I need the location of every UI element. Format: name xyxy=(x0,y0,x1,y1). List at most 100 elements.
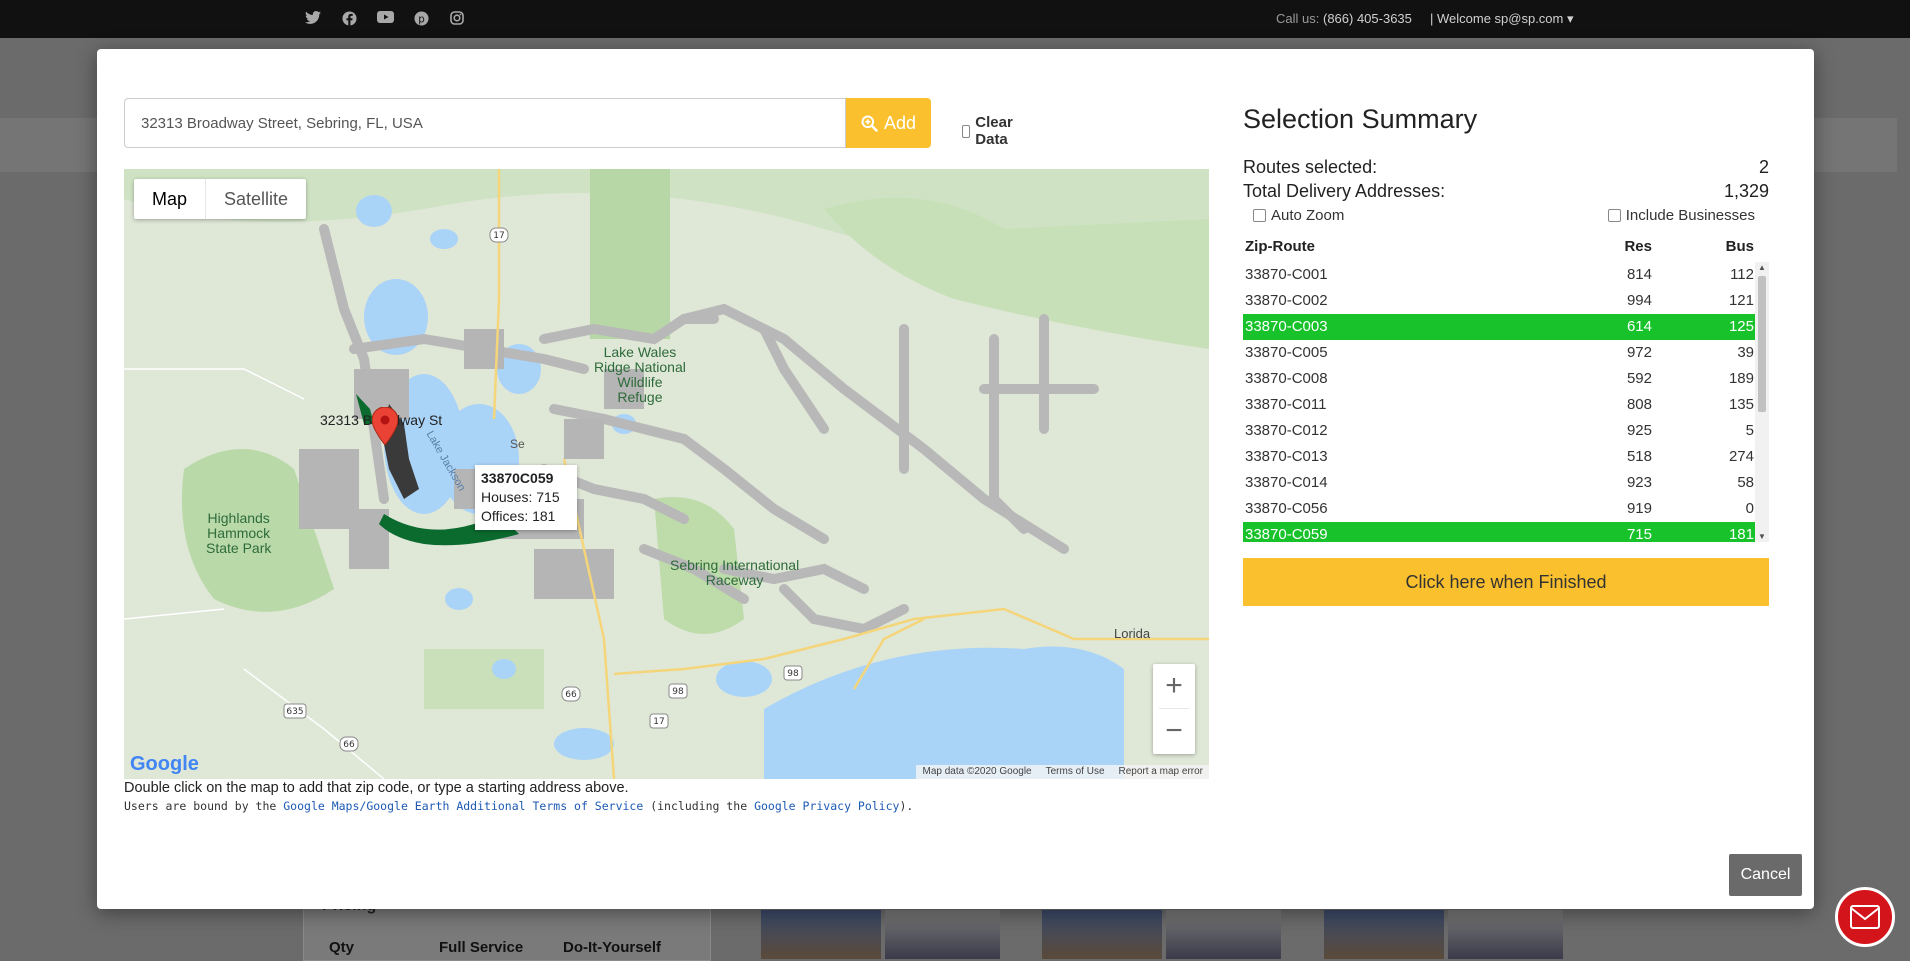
scroll-up-icon[interactable]: ▲ xyxy=(1755,263,1769,272)
auto-zoom-checkbox[interactable] xyxy=(1253,209,1266,222)
info-offices: Offices: 181 xyxy=(481,508,556,524)
route-map[interactable]: 17 98 98 66 17 635 66 Map Satellite 3231… xyxy=(124,169,1209,779)
auto-zoom-toggle[interactable]: Auto Zoom xyxy=(1253,207,1344,224)
route-zip-cell: 33870-C001 xyxy=(1245,266,1328,283)
pinterest-icon[interactable]: p xyxy=(413,11,429,27)
route-bus-cell: 189 xyxy=(1728,370,1754,387)
svg-text:17: 17 xyxy=(653,717,664,727)
route-zip-cell: 33870-C011 xyxy=(1245,396,1327,413)
top-bar: p Call us: (866) 405-3635 | Welcome sp@s… xyxy=(0,0,1910,38)
address-input[interactable] xyxy=(124,98,846,148)
terms-prefix: Users are bound by the xyxy=(124,799,284,813)
route-res-cell: 814 xyxy=(1626,266,1652,283)
add-label: Add xyxy=(883,112,917,133)
google-terms-link[interactable]: Google Maps/Google Earth Additional Term… xyxy=(283,799,643,813)
zoom-in-icon xyxy=(861,115,878,132)
route-bus-cell: 274 xyxy=(1728,448,1754,465)
clear-data-label: Clear Data xyxy=(975,114,1013,148)
scroll-down-icon[interactable]: ▼ xyxy=(1755,532,1769,541)
contact-chat-button[interactable] xyxy=(1835,887,1895,947)
house-thumbnail xyxy=(761,910,881,959)
route-row[interactable]: 33870-C005 972 39 xyxy=(1243,340,1769,366)
route-zip-cell: 33870-C008 xyxy=(1245,370,1328,387)
road-shield: 635 xyxy=(283,703,307,719)
svg-text:17: 17 xyxy=(493,231,504,241)
route-res-cell: 518 xyxy=(1626,448,1652,465)
include-businesses-checkbox[interactable] xyxy=(1607,209,1621,222)
route-row[interactable]: 33870-C001 814 112 xyxy=(1243,262,1769,288)
terms-of-use-link[interactable]: Terms of Use xyxy=(1046,765,1105,779)
facebook-icon[interactable] xyxy=(341,11,357,27)
map-type-satellite-button[interactable]: Satellite xyxy=(205,179,306,219)
pricing-col-qty: Qty xyxy=(329,939,355,956)
svg-text:66: 66 xyxy=(343,740,355,750)
place-lorida: Lorida xyxy=(1114,626,1151,641)
route-zip-cell: 33870-C005 xyxy=(1245,344,1328,361)
terms-mid: (including the xyxy=(643,799,755,813)
report-map-error-link[interactable]: Report a map error xyxy=(1119,765,1203,779)
route-row[interactable]: 33870-C002 994 121 xyxy=(1243,288,1769,314)
map-marker-icon[interactable] xyxy=(372,407,398,445)
route-bus-cell: 0 xyxy=(1745,500,1754,517)
routes-table[interactable]: 33870-C001 814 112 33870-C002 994 121 33870-C0… xyxy=(1243,262,1769,542)
map-attribution: Map data ©2020 Google Terms of Use Repor… xyxy=(916,765,1209,779)
route-res-cell: 715 xyxy=(1626,526,1652,542)
google-privacy-link[interactable]: Google Privacy Policy xyxy=(754,799,899,813)
route-res-cell: 614 xyxy=(1626,318,1652,335)
phone-number[interactable]: (866) 405-3635 xyxy=(1323,11,1412,26)
road-shield: 17 xyxy=(649,713,669,729)
route-bus-cell: 121 xyxy=(1728,292,1754,309)
instagram-icon[interactable] xyxy=(449,11,465,27)
routes-scrollbar[interactable]: ▲ ▼ xyxy=(1755,262,1769,542)
route-row[interactable]: 33870-C003 614 125 xyxy=(1243,314,1769,340)
map-data-credit: Map data ©2020 Google xyxy=(922,766,1032,777)
route-row[interactable]: 33870-C014 923 58 xyxy=(1243,470,1769,496)
route-res-cell: 919 xyxy=(1626,500,1652,517)
route-row[interactable]: 33870-C013 518 274 xyxy=(1243,444,1769,470)
zoom-in-button[interactable]: + xyxy=(1153,664,1195,708)
route-zip-cell: 33870-C002 xyxy=(1245,292,1328,309)
selection-summary: Selection Summary Routes selected: 2 Tot… xyxy=(1243,104,1769,606)
scrollbar-thumb[interactable] xyxy=(1758,276,1766,412)
route-bus-cell: 125 xyxy=(1728,318,1754,335)
col-zip-route: Zip-Route xyxy=(1245,238,1315,255)
road-shield: 98 xyxy=(783,665,803,681)
youtube-icon[interactable] xyxy=(377,11,394,27)
route-row[interactable]: 33870-C008 592 189 xyxy=(1243,366,1769,392)
cancel-button[interactable]: Cancel xyxy=(1729,854,1802,896)
add-button[interactable]: Add xyxy=(846,98,931,148)
svg-text:98: 98 xyxy=(787,669,799,679)
route-row[interactable]: 33870-C056 919 0 xyxy=(1243,496,1769,522)
road-shield: 17 xyxy=(489,227,509,243)
route-res-cell: 925 xyxy=(1626,422,1652,439)
options-row: Auto Zoom Include Businesses xyxy=(1243,207,1769,224)
place-sebring: Se xyxy=(510,437,525,451)
call-us: Call us: (866) 405-3635 xyxy=(1276,11,1412,26)
svg-text:635: 635 xyxy=(286,707,303,717)
map-type-map-button[interactable]: Map xyxy=(134,179,205,219)
finish-button[interactable]: Click here when Finished xyxy=(1243,558,1769,606)
route-bus-cell: 135 xyxy=(1728,396,1754,413)
welcome-user[interactable]: | Welcome sp@sp.com ▾ xyxy=(1430,11,1574,27)
twitter-icon[interactable] xyxy=(305,11,321,27)
zoom-out-button[interactable]: − xyxy=(1153,709,1195,753)
map-type-control: Map Satellite xyxy=(134,179,307,219)
clear-data-toggle[interactable]: Clear Data xyxy=(962,114,1018,148)
road-shield: 66 xyxy=(339,736,359,752)
route-bus-cell: 112 xyxy=(1730,266,1754,283)
route-row[interactable]: 33870-C059 715 181 xyxy=(1243,522,1769,542)
map-canvas[interactable]: 17 98 98 66 17 635 66 xyxy=(124,169,1209,779)
place-sebring-raceway: Sebring International Raceway xyxy=(670,557,800,588)
route-row[interactable]: 33870-C012 925 5 xyxy=(1243,418,1769,444)
house-thumbnail xyxy=(1166,910,1281,959)
route-selection-modal: Add Clear Data xyxy=(97,49,1814,909)
route-zip-cell: 33870-C059 xyxy=(1245,526,1328,542)
route-row[interactable]: 33870-C011 808 135 xyxy=(1243,392,1769,418)
house-thumbnails-1 xyxy=(761,910,1000,959)
include-businesses-toggle[interactable]: Include Businesses xyxy=(1607,207,1755,224)
route-zip-cell: 33870-C014 xyxy=(1245,474,1328,491)
place-wildlife-refuge: Lake Wales Ridge National Wildlife Refug… xyxy=(594,344,686,405)
clear-data-checkbox[interactable] xyxy=(962,124,971,138)
route-res-cell: 808 xyxy=(1626,396,1652,413)
auto-zoom-label: Auto Zoom xyxy=(1271,207,1345,224)
